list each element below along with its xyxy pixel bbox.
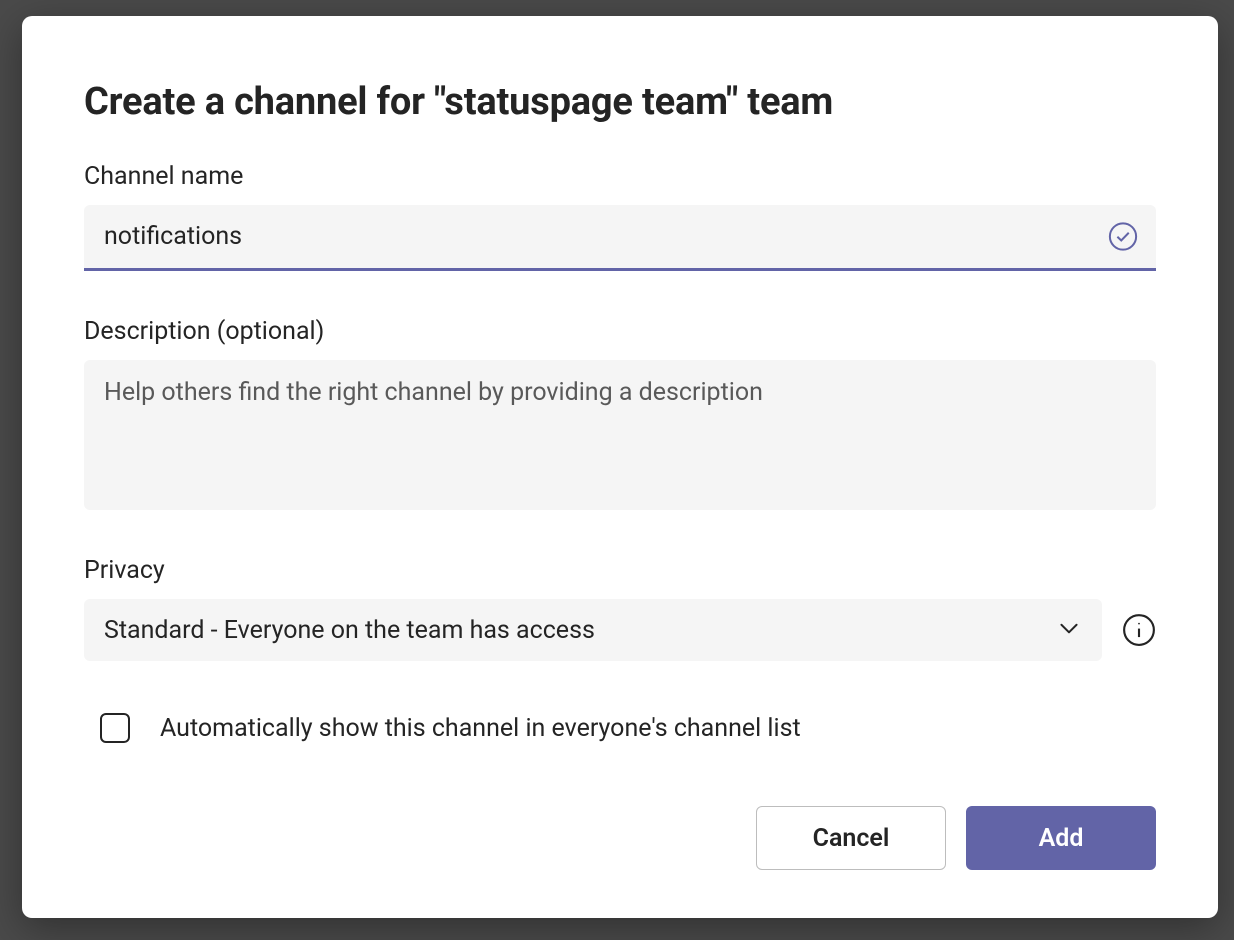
auto-show-row: Automatically show this channel in every… — [84, 713, 1156, 743]
chevron-down-icon — [1056, 615, 1082, 645]
channel-name-label: Channel name — [84, 162, 1156, 191]
checkmark-circle-icon — [1108, 222, 1138, 252]
dialog-title: Create a channel for "statuspage team" t… — [84, 80, 1156, 124]
description-textarea[interactable] — [84, 360, 1156, 510]
cancel-button[interactable]: Cancel — [756, 806, 946, 870]
privacy-selected-value: Standard - Everyone on the team has acce… — [104, 616, 595, 645]
description-label: Description (optional) — [84, 317, 1156, 346]
channel-name-input[interactable] — [84, 205, 1156, 271]
privacy-row: Standard - Everyone on the team has acce… — [84, 599, 1156, 661]
auto-show-label: Automatically show this channel in every… — [160, 714, 801, 743]
privacy-label: Privacy — [84, 556, 1156, 585]
channel-name-field-wrap — [84, 205, 1156, 271]
info-icon[interactable] — [1122, 613, 1156, 647]
add-button[interactable]: Add — [966, 806, 1156, 870]
dialog-footer: Cancel Add — [84, 806, 1156, 870]
auto-show-checkbox[interactable] — [100, 713, 130, 743]
create-channel-dialog: Create a channel for "statuspage team" t… — [22, 16, 1218, 918]
privacy-select[interactable]: Standard - Everyone on the team has acce… — [84, 599, 1102, 661]
